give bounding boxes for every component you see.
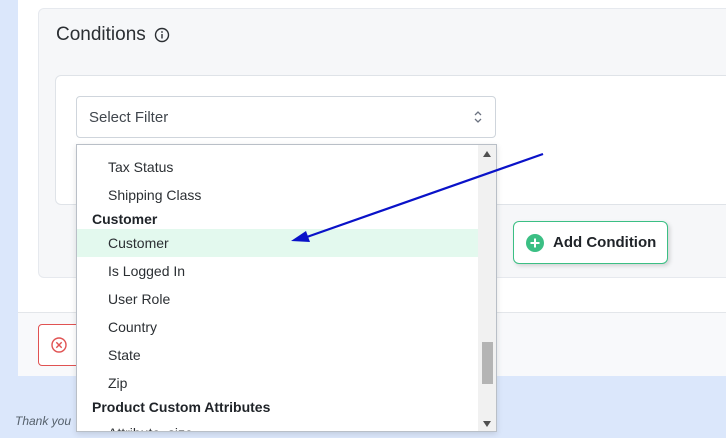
filter-dropdown[interactable]: Tax Status Shipping Class Customer Custo… [76, 144, 497, 432]
select-arrows-icon [473, 109, 483, 125]
option-attribute-size[interactable]: Attribute_size [77, 419, 480, 431]
filter-dropdown-list: Tax Status Shipping Class Customer Custo… [77, 153, 480, 431]
group-customer: Customer [92, 211, 158, 227]
scrollbar-thumb[interactable] [482, 342, 493, 384]
option-shipping-class[interactable]: Shipping Class [77, 181, 480, 209]
group-product-custom-attributes: Product Custom Attributes [92, 399, 271, 415]
option-state[interactable]: State [77, 341, 480, 369]
info-circle-icon[interactable] [154, 27, 170, 43]
option-tax-status[interactable]: Tax Status [77, 153, 480, 181]
footer-thanks-text: Thank you [15, 414, 72, 428]
conditions-header: Conditions [56, 22, 170, 48]
add-condition-label: Add Condition [553, 234, 657, 251]
scroll-down-arrow-icon[interactable] [478, 417, 496, 431]
option-user-role[interactable]: User Role [77, 285, 480, 313]
conditions-title: Conditions [56, 24, 146, 45]
filter-select[interactable]: Select Filter [76, 96, 496, 138]
filter-select-placeholder: Select Filter [89, 108, 169, 126]
plus-circle-icon [526, 233, 544, 252]
scroll-up-arrow-icon[interactable] [478, 147, 496, 161]
option-customer[interactable]: Customer [77, 229, 480, 257]
option-zip[interactable]: Zip [77, 369, 480, 397]
close-circle-icon [51, 337, 67, 353]
option-country[interactable]: Country [77, 313, 480, 341]
dropdown-scrollbar[interactable] [478, 145, 496, 431]
add-condition-button[interactable]: Add Condition [513, 221, 668, 264]
option-is-logged-in[interactable]: Is Logged In [77, 257, 480, 285]
